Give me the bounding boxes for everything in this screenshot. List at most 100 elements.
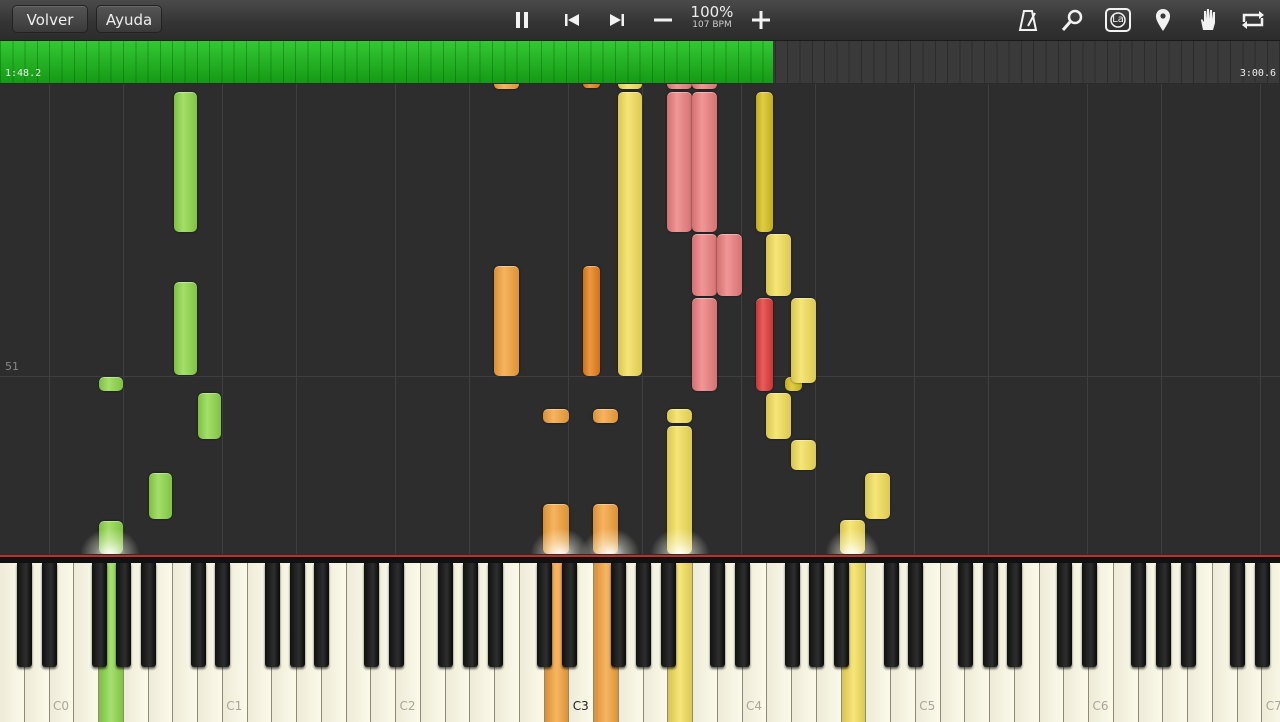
octave-line bbox=[123, 84, 124, 554]
note-labels-icon[interactable]: La bbox=[1104, 6, 1132, 34]
black-key[interactable] bbox=[710, 563, 726, 667]
black-key[interactable] bbox=[462, 563, 478, 667]
black-key[interactable] bbox=[834, 563, 849, 667]
black-key[interactable] bbox=[1081, 563, 1097, 667]
black-key[interactable] bbox=[1056, 563, 1072, 667]
next-icon[interactable] bbox=[603, 6, 631, 34]
black-key[interactable] bbox=[1180, 563, 1196, 667]
octave-label: C0 bbox=[53, 699, 70, 713]
black-key[interactable] bbox=[314, 563, 330, 667]
minus-icon[interactable] bbox=[649, 6, 677, 34]
falling-note bbox=[791, 298, 816, 383]
black-key[interactable] bbox=[537, 563, 552, 667]
black-key[interactable] bbox=[1007, 563, 1023, 667]
black-key[interactable] bbox=[388, 563, 404, 667]
pause-icon[interactable] bbox=[508, 6, 536, 34]
key-hit-glow bbox=[650, 528, 710, 554]
falling-note bbox=[593, 409, 618, 423]
falling-note bbox=[692, 234, 717, 296]
black-key[interactable] bbox=[116, 563, 132, 667]
falling-note bbox=[692, 298, 717, 391]
falling-note bbox=[756, 92, 773, 232]
falling-note bbox=[543, 409, 569, 423]
octave-line bbox=[296, 84, 297, 554]
elapsed-time: 1:48.2 bbox=[5, 68, 42, 79]
falling-note bbox=[756, 298, 773, 391]
octave-line bbox=[568, 84, 569, 554]
help-button[interactable]: Ayuda bbox=[96, 5, 162, 33]
falling-note bbox=[99, 377, 123, 391]
total-time: 3:00.6 bbox=[1239, 68, 1276, 79]
black-key[interactable] bbox=[636, 563, 651, 667]
key-hit-glow bbox=[825, 528, 880, 554]
falling-note bbox=[667, 92, 692, 232]
octave-label: C3 bbox=[572, 699, 589, 713]
black-key[interactable] bbox=[190, 563, 206, 667]
octave-line bbox=[1087, 84, 1088, 554]
black-key[interactable] bbox=[264, 563, 280, 667]
octave-label: C1 bbox=[226, 699, 243, 713]
black-key[interactable] bbox=[982, 563, 998, 667]
falling-note bbox=[717, 234, 742, 296]
black-key[interactable] bbox=[438, 563, 453, 667]
progress-fill bbox=[0, 41, 774, 83]
black-key[interactable] bbox=[809, 563, 825, 667]
falling-note bbox=[667, 409, 692, 423]
octave-line bbox=[642, 84, 643, 554]
black-key[interactable] bbox=[91, 563, 107, 667]
falling-note bbox=[618, 84, 642, 89]
back-button[interactable]: Volver bbox=[12, 5, 88, 33]
black-key[interactable] bbox=[735, 563, 750, 667]
black-key[interactable] bbox=[660, 563, 676, 667]
black-key[interactable] bbox=[611, 563, 627, 667]
key-hit-glow bbox=[80, 528, 140, 554]
black-key[interactable] bbox=[289, 563, 305, 667]
top-toolbar: Volver Ayuda 100% 107 BPM La bbox=[0, 0, 1280, 41]
black-key[interactable] bbox=[784, 563, 800, 667]
black-key[interactable] bbox=[363, 563, 379, 667]
octave-label: C7 bbox=[1265, 699, 1280, 713]
black-key[interactable] bbox=[1131, 563, 1146, 667]
octave-label: C4 bbox=[746, 699, 763, 713]
octave-label: C5 bbox=[919, 699, 936, 713]
zoom-icon[interactable] bbox=[1059, 6, 1087, 34]
octave-line bbox=[741, 84, 742, 554]
black-key[interactable] bbox=[561, 563, 577, 667]
black-key[interactable] bbox=[1155, 563, 1171, 667]
falling-note bbox=[618, 92, 642, 376]
measure-number: 51 bbox=[5, 360, 19, 373]
black-key[interactable] bbox=[42, 563, 57, 667]
falling-note bbox=[791, 440, 816, 470]
falling-note bbox=[766, 393, 791, 439]
black-key[interactable] bbox=[215, 563, 231, 667]
black-key[interactable] bbox=[957, 563, 973, 667]
previous-icon[interactable] bbox=[558, 6, 586, 34]
falling-note bbox=[865, 473, 890, 519]
black-key[interactable] bbox=[1230, 563, 1245, 667]
octave-line bbox=[988, 84, 989, 554]
plus-icon[interactable] bbox=[747, 6, 775, 34]
black-key[interactable] bbox=[883, 563, 899, 667]
black-key[interactable] bbox=[487, 563, 503, 667]
black-key[interactable] bbox=[17, 563, 33, 667]
black-key[interactable] bbox=[141, 563, 156, 667]
black-key[interactable] bbox=[1254, 563, 1270, 667]
octave-label: C2 bbox=[399, 699, 416, 713]
octave-line bbox=[1260, 84, 1261, 554]
falling-note bbox=[692, 92, 717, 232]
black-key[interactable] bbox=[908, 563, 924, 667]
falling-note bbox=[494, 266, 519, 376]
octave-line bbox=[395, 84, 396, 554]
falling-note bbox=[174, 92, 197, 232]
metronome-icon[interactable] bbox=[1014, 6, 1042, 34]
hand-icon[interactable] bbox=[1194, 6, 1222, 34]
falling-note bbox=[198, 393, 221, 439]
loop-icon[interactable] bbox=[1239, 6, 1267, 34]
piano-keyboard: C0 C1 C2 C3 C4 C5 C6 C7 bbox=[0, 555, 1280, 722]
falling-notes-area: 51 bbox=[0, 84, 1280, 554]
falling-note bbox=[667, 84, 692, 89]
marker-icon[interactable] bbox=[1149, 6, 1177, 34]
tempo-bpm: 107 BPM bbox=[692, 20, 732, 30]
octave-line bbox=[49, 84, 50, 554]
song-progress-bar[interactable]: 1:48.2 3:00.6 bbox=[0, 41, 1280, 83]
